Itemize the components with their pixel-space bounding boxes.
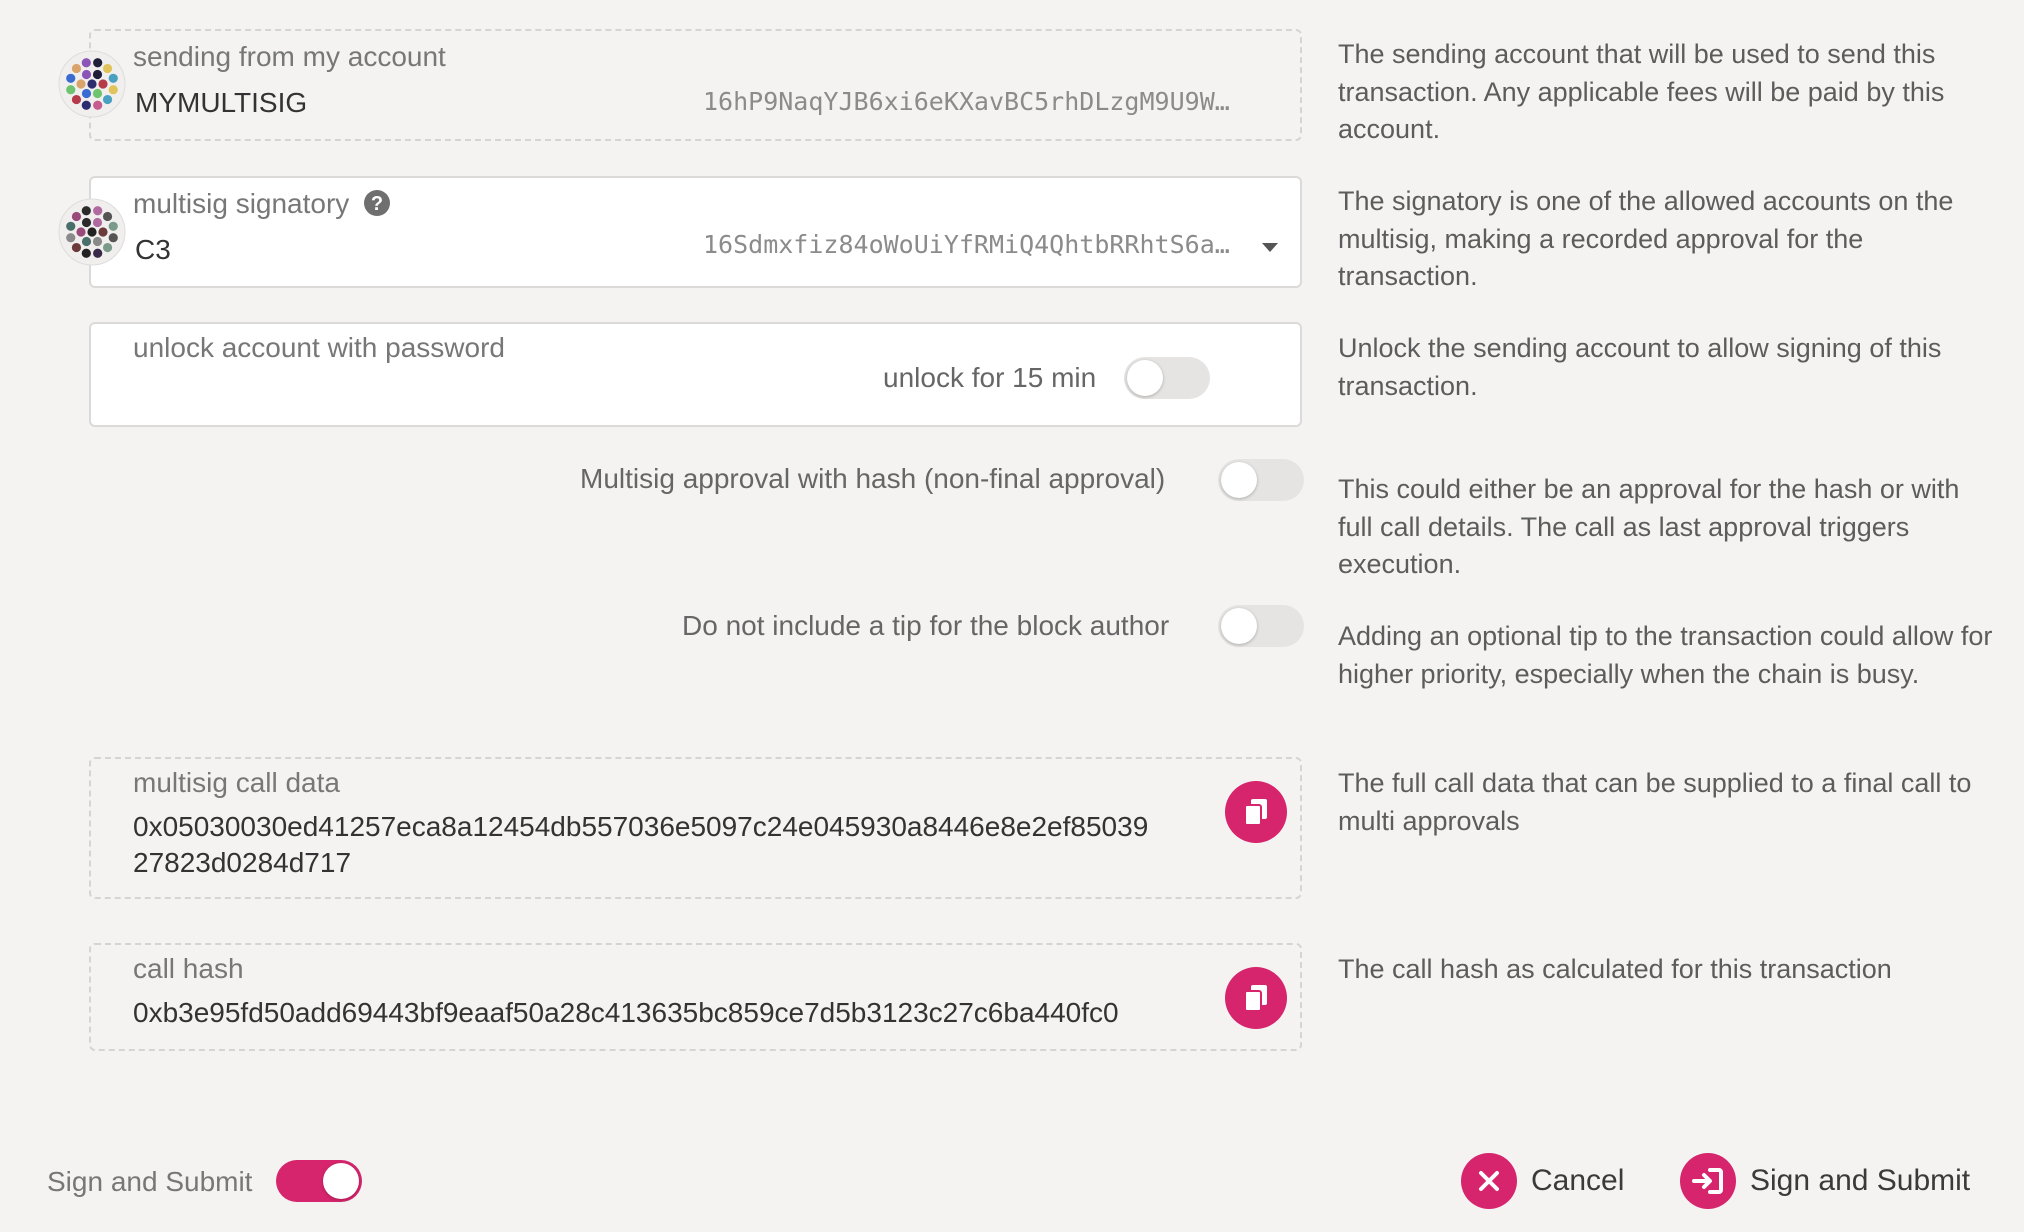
sender-help: The sending account that will be used to… — [1338, 39, 1945, 144]
copy-call-hash-button[interactable] — [1225, 967, 1287, 1029]
sign-submit-toggle[interactable] — [276, 1160, 362, 1202]
call-data-box: multisig call data 0x05030030ed41257eca8… — [89, 757, 1302, 899]
sender-identicon-icon — [58, 50, 126, 118]
signatory-identicon-icon — [58, 198, 126, 266]
approval-help: This could either be an approval for the… — [1338, 474, 1960, 579]
signatory-help: The signatory is one of the allowed acco… — [1338, 186, 1954, 291]
tip-label: Do not include a tip for the block autho… — [682, 610, 1170, 641]
call-data-help: The full call data that can be supplied … — [1338, 768, 1972, 836]
cancel-label: Cancel — [1531, 1164, 1625, 1197]
tip-help: Adding an optional tip to the transactio… — [1338, 621, 1993, 689]
call-data-value: 0x05030030ed41257eca8a12454db557036e5097… — [133, 809, 1253, 881]
signatory-address: 16Sdmxfiz84oWoUiYfRMiQ4QhtbRRhtS6a… — [703, 230, 1230, 259]
unlock-box: unlock account with password unlock for … — [89, 322, 1302, 427]
unlock-help: Unlock the sending account to allow sign… — [1338, 333, 1942, 401]
unlock-toggle-label: unlock for 15 min — [883, 362, 1097, 393]
sign-and-submit-label: Sign and Submit — [1750, 1164, 1971, 1197]
signatory-name: C3 — [135, 234, 171, 265]
svg-text:?: ? — [371, 193, 383, 215]
copy-call-data-button[interactable] — [1225, 781, 1287, 843]
tip-toggle[interactable] — [1218, 605, 1304, 647]
call-hash-help: The call hash as calculated for this tra… — [1338, 954, 1892, 984]
cancel-button[interactable]: Cancel — [1461, 1153, 1624, 1209]
help-question-icon[interactable]: ? — [363, 189, 391, 217]
unlock-toggle[interactable] — [1124, 357, 1210, 399]
copy-icon — [1244, 985, 1267, 1012]
approval-label: Multisig approval with hash (non-final a… — [580, 463, 1166, 494]
unlock-label: unlock account with password — [133, 332, 505, 363]
copy-icon — [1244, 799, 1267, 826]
sender-label: sending from my account — [133, 41, 446, 72]
sign-in-icon — [1692, 1168, 1723, 1194]
approval-toggle[interactable] — [1218, 459, 1304, 501]
call-data-line-1: 0x05030030ed41257eca8a12454db557036e5097… — [133, 811, 1149, 842]
call-hash-value: 0xb3e95fd50add69443bf9eaaf50a28c413635bc… — [133, 997, 1119, 1028]
chevron-down-icon[interactable] — [1261, 242, 1279, 254]
signatory-select[interactable]: multisig signatory ? C3 16Sdmxfiz84oWoUi… — [89, 176, 1302, 288]
signatory-label-text: multisig signatory — [133, 188, 350, 219]
call-data-line-2: 27823d0284d717 — [133, 847, 352, 878]
call-hash-label: call hash — [133, 953, 244, 984]
sender-account-box: sending from my account MYMULTISIG 16hP9… — [89, 29, 1302, 141]
call-hash-box: call hash 0xb3e95fd50add69443bf9eaaf50a2… — [89, 943, 1302, 1051]
signatory-label: multisig signatory ? — [133, 188, 391, 220]
sign-submit-toggle-label: Sign and Submit — [47, 1166, 253, 1197]
call-data-label: multisig call data — [133, 767, 340, 798]
sender-address: 16hP9NaqYJB6xi6eKXavBC5rhDLzgM9U9W… — [703, 87, 1230, 116]
sign-and-submit-button[interactable]: Sign and Submit — [1680, 1153, 1970, 1209]
sender-name: MYMULTISIG — [135, 87, 308, 118]
close-icon — [1479, 1171, 1499, 1191]
